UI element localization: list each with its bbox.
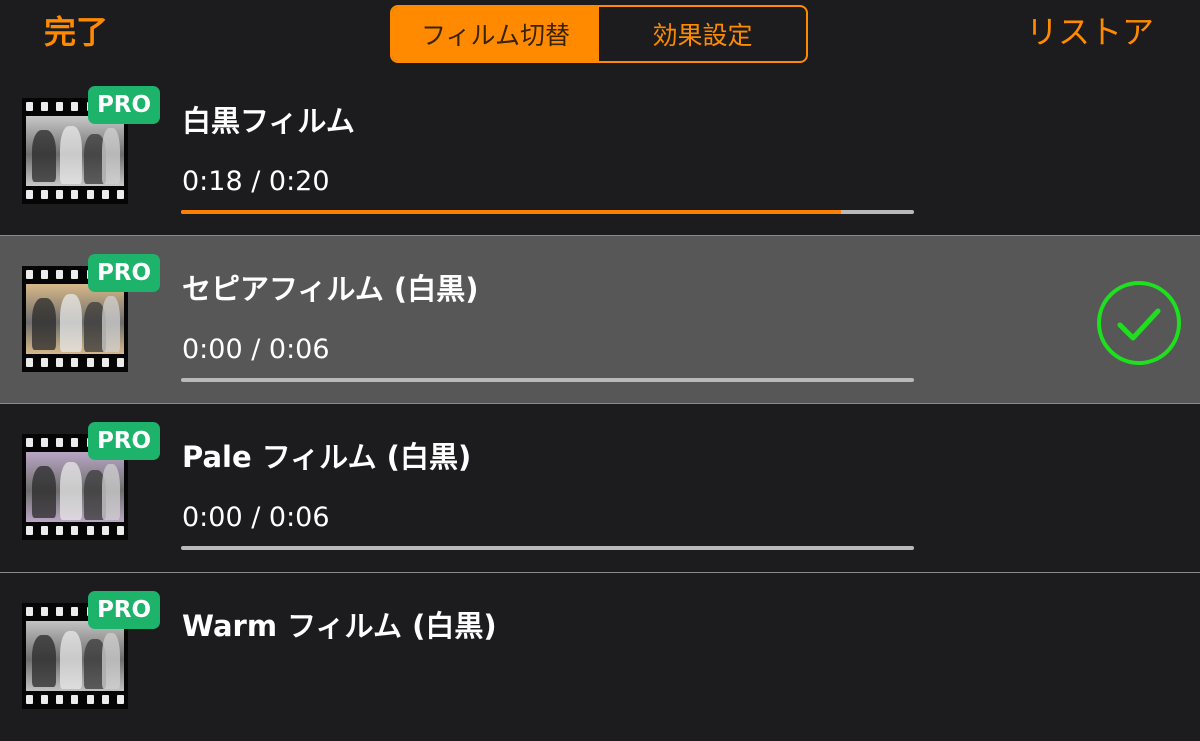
film-sprocket-holes [26,526,124,536]
row-divider [0,403,1200,404]
restore-button[interactable]: リストア [1026,10,1154,54]
film-row[interactable]: PRO セピアフィルム (白黒) 0:00 / 0:06 [0,236,1200,404]
progress-track[interactable] [181,210,914,214]
film-title: Warm フィルム (白黒) [182,609,497,643]
progress-fill [181,210,841,214]
film-frame-image [26,621,124,691]
pro-badge: PRO [88,254,160,292]
progress-track[interactable] [181,378,914,382]
row-divider [0,235,1200,236]
tab-film-switch[interactable]: フィルム切替 [392,7,599,61]
tab-film-switch-label: フィルム切替 [420,21,570,50]
film-title: セピアフィルム (白黒) [182,272,479,306]
pro-badge: PRO [88,86,160,124]
segmented-control: フィルム切替 効果設定 [390,5,808,63]
film-sprocket-holes [26,190,124,200]
film-frame-image [26,116,124,186]
film-sprocket-holes [26,358,124,368]
film-title: 白黒フィルム [182,104,355,138]
tab-effect-settings[interactable]: 効果設定 [599,7,806,61]
film-title: Pale フィルム (白黒) [182,440,472,474]
film-time: 0:18 / 0:20 [182,166,330,197]
done-button[interactable]: 完了 [44,10,108,54]
tab-effect-settings-label: 効果設定 [652,21,753,50]
film-row[interactable]: PRO Warm フィルム (白黒) [0,573,1200,741]
pro-badge: PRO [88,591,160,629]
film-time: 0:00 / 0:06 [182,502,330,533]
film-row[interactable]: PRO 白黒フィルム 0:18 / 0:20 [0,68,1200,236]
checkmark-circle-icon [1097,281,1181,365]
film-frame-image [26,284,124,354]
film-time: 0:00 / 0:06 [182,334,330,365]
top-bar: 完了 フィルム切替 効果設定 リストア [0,0,1200,68]
row-divider [0,572,1200,573]
film-frame-image [26,452,124,522]
progress-track[interactable] [181,546,914,550]
pro-badge: PRO [88,422,160,460]
film-sprocket-holes [26,695,124,705]
film-row[interactable]: PRO Pale フィルム (白黒) 0:00 / 0:06 [0,404,1200,572]
